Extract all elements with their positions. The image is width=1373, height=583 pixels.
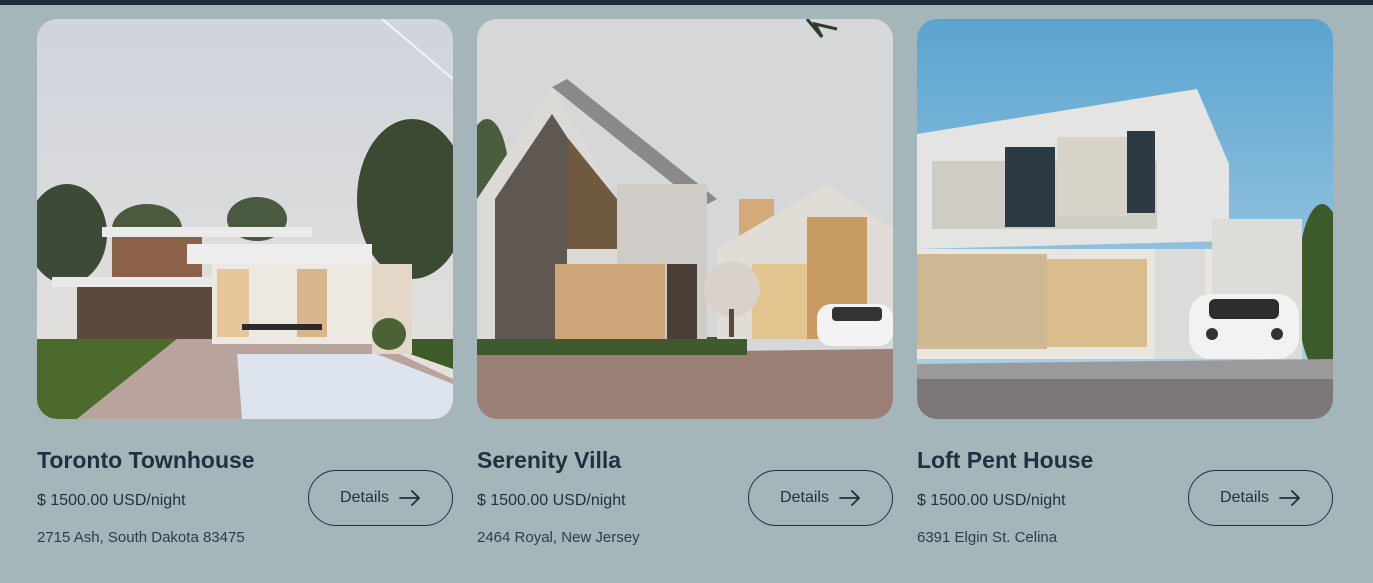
listing-card: Toronto Townhouse $ 1500.00 USD/night 27… — [37, 19, 453, 546]
listings-row: Toronto Townhouse $ 1500.00 USD/night 27… — [37, 19, 1333, 546]
listing-price: $ 1500.00 USD/night — [477, 492, 626, 509]
listing-card: Serenity Villa $ 1500.00 USD/night 2464 … — [477, 19, 893, 546]
listing-price: $ 1500.00 USD/night — [37, 492, 186, 509]
listing-title: Toronto Townhouse — [37, 447, 255, 473]
listing-address: 6391 Elgin St. Celina — [917, 529, 1058, 546]
details-button[interactable]: Details — [308, 470, 453, 526]
details-button[interactable]: Details — [748, 470, 893, 526]
top-bar — [0, 0, 1373, 5]
house-photo[interactable] — [917, 19, 1333, 419]
details-button-label: Details — [780, 489, 829, 506]
listing-price: $ 1500.00 USD/night — [917, 492, 1066, 509]
details-button-label: Details — [1220, 489, 1269, 506]
arrow-right-icon — [399, 490, 421, 506]
listing-title: Loft Pent House — [917, 447, 1094, 473]
house-photo[interactable] — [37, 19, 453, 419]
listing-card: Loft Pent House $ 1500.00 USD/night 6391… — [917, 19, 1333, 546]
details-button[interactable]: Details — [1188, 470, 1333, 526]
details-button-label: Details — [340, 489, 389, 506]
arrow-right-icon — [1279, 490, 1301, 506]
listing-title: Serenity Villa — [477, 447, 622, 473]
arrow-right-icon — [839, 490, 861, 506]
listing-address: 2464 Royal, New Jersey — [477, 529, 640, 546]
listing-address: 2715 Ash, South Dakota 83475 — [37, 529, 245, 546]
house-photo[interactable] — [477, 19, 893, 419]
